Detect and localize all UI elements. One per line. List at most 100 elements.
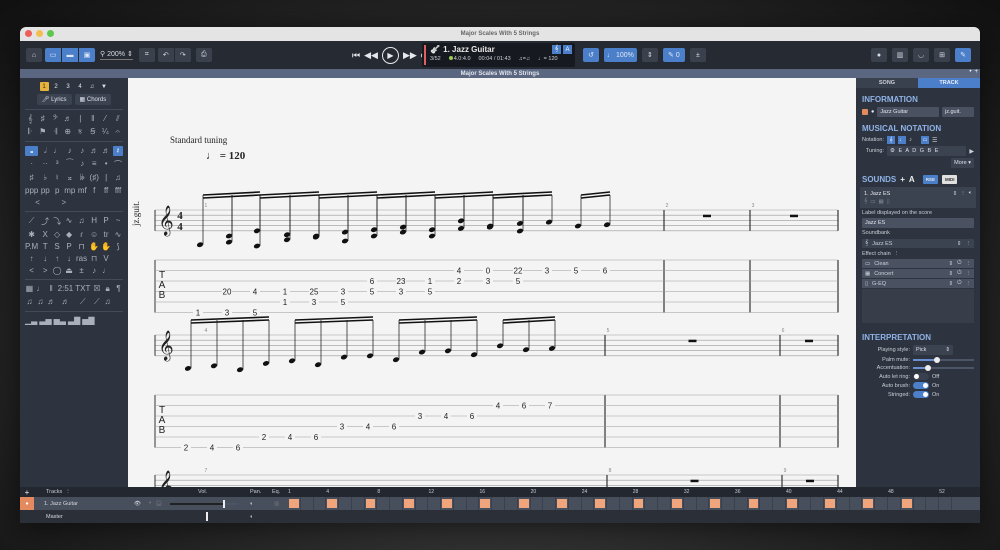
palm-mute-slider[interactable]: [913, 357, 974, 363]
playing-style-select[interactable]: Pick ⇕: [913, 345, 953, 355]
track-bar-cell[interactable]: [390, 497, 403, 510]
bold-icon[interactable]: ‖: [47, 284, 56, 294]
voice-2-button[interactable]: 2: [52, 82, 61, 91]
pull-icon[interactable]: P: [101, 216, 111, 227]
half-note-icon[interactable]: 𝅗𝅥: [40, 146, 50, 156]
midi-button[interactable]: MIDI: [941, 175, 958, 184]
track-bar-cell[interactable]: [888, 497, 901, 510]
more-options-icon[interactable]: ⋮: [966, 241, 972, 247]
flag-icon[interactable]: ⚑: [38, 127, 49, 137]
stepper-icon[interactable]: ⇕: [953, 191, 958, 197]
pick-stroke-icon[interactable]: ⊓: [76, 242, 87, 251]
wah-icon[interactable]: ☺: [89, 230, 99, 239]
natural-icon[interactable]: ♮: [52, 173, 62, 183]
left-arrow-icon[interactable]: <: [25, 266, 38, 275]
instrument-view-button[interactable]: ●: [871, 48, 887, 62]
loop-button[interactable]: ↺: [583, 48, 599, 62]
pitch-control[interactable]: ✎ 0: [662, 48, 685, 62]
redo-button[interactable]: ↷: [174, 48, 191, 62]
effect-item-concert[interactable]: ▦ Concert ⇕ ⏻ ⋮: [862, 269, 974, 278]
dyn-pp-icon[interactable]: pp: [40, 186, 50, 195]
tuplet-icon[interactable]: ³: [52, 159, 62, 170]
track-bar-cell[interactable]: [352, 497, 365, 510]
track-bar-cell[interactable]: [709, 497, 723, 510]
effect-drop-zone[interactable]: [862, 289, 974, 323]
fermata-icon[interactable]: 𝄐: [113, 127, 124, 137]
diamond-icon[interactable]: ◆: [64, 230, 74, 239]
dropdown-icon[interactable]: ▼: [100, 82, 109, 91]
screen-view-button[interactable]: ▣: [79, 48, 95, 62]
palm-mute-icon[interactable]: P.M: [25, 242, 38, 251]
track-bar-cell[interactable]: [862, 497, 876, 510]
beam-group-5-icon[interactable]: ⟋: [75, 297, 90, 307]
pitch-stepper[interactable]: ±: [689, 48, 706, 62]
diagram-icon[interactable]: ▦: [25, 284, 34, 294]
speed-control[interactable]: ♩ 100%: [604, 48, 637, 62]
whole-note-icon[interactable]: 𝅝: [25, 146, 39, 156]
let-ring-icon[interactable]: ~: [113, 216, 123, 227]
track-bar-cell[interactable]: [901, 497, 914, 510]
track-bar-cell[interactable]: [939, 497, 952, 510]
track-bar-cell[interactable]: [314, 497, 327, 510]
track-bar-cell[interactable]: [441, 497, 454, 510]
sharp-icon[interactable]: ♯: [25, 173, 38, 183]
tab-track[interactable]: TRACK: [918, 78, 980, 88]
harmonic-icon[interactable]: ◇: [52, 230, 62, 239]
page-view-button[interactable]: ▭: [45, 48, 61, 62]
track-bar-cell[interactable]: [594, 497, 608, 510]
track-bar-cell[interactable]: [288, 497, 301, 510]
dyn-ppp-icon[interactable]: ppp: [25, 186, 38, 195]
forward-button[interactable]: ▶▶: [403, 50, 417, 61]
spacer-icon[interactable]: [113, 254, 123, 263]
track-bar-cell[interactable]: [875, 497, 888, 510]
more-options-icon[interactable]: ⋮: [966, 261, 972, 267]
master-pan-knob[interactable]: ◐: [250, 514, 253, 520]
time-icon[interactable]: ¼: [100, 127, 111, 137]
track-bar-cell[interactable]: [467, 497, 480, 510]
more-options-icon[interactable]: ⋮: [966, 271, 972, 277]
dot-icon[interactable]: •: [969, 69, 971, 75]
dot-icon[interactable]: ·: [25, 159, 38, 170]
maximize-button[interactable]: [47, 30, 54, 37]
arpeggio-down-icon[interactable]: ↓: [64, 254, 74, 263]
eighth-pair-icon[interactable]: ♫: [76, 216, 87, 227]
track-row-master[interactable]: Master ◐: [20, 510, 980, 523]
track-row-jazz-guitar[interactable]: ● 1. Jazz Guitar 👁︎ 🔈︎ 🎧︎ ◐ ▥: [20, 497, 980, 510]
track-bar-cell[interactable]: [926, 497, 940, 510]
dyn-p-icon[interactable]: p: [52, 186, 62, 195]
score-view-icon[interactable]: 𝄞: [552, 45, 561, 54]
lock-icon[interactable]: 🔒︎: [103, 284, 112, 294]
automation-icon[interactable]: A: [909, 175, 915, 184]
track-bar-cell[interactable]: [697, 497, 710, 510]
beam-group-2-icon[interactable]: ♫: [36, 297, 45, 307]
quarter-note-icon[interactable]: ♩: [52, 146, 62, 156]
beam-group-7-icon[interactable]: ♫: [103, 297, 112, 307]
fade-in-icon[interactable]: ⏏: [64, 266, 74, 275]
track-bar-cell[interactable]: [505, 497, 518, 510]
courtesy-icon[interactable]: (♯): [89, 173, 99, 183]
multi-staff-toggle[interactable]: ☰: [932, 137, 937, 144]
stringed-toggle[interactable]: [913, 391, 929, 398]
speaker-icon[interactable]: 🔈︎: [969, 190, 972, 197]
dyn-mp-icon[interactable]: mp: [64, 186, 75, 195]
drum-view-button[interactable]: ◡: [913, 48, 929, 62]
soundbank-select[interactable]: 𝄞 Jazz ES ⇕ ⋮: [862, 239, 974, 248]
pick-down-icon[interactable]: ⊓: [89, 254, 99, 263]
up-stroke-icon[interactable]: ↑: [25, 254, 38, 263]
track-bar-cell[interactable]: [428, 497, 442, 510]
track-bar-cell[interactable]: [492, 497, 506, 510]
text-note-icon[interactable]: ♩: [36, 284, 45, 294]
track-bar-cell[interactable]: [326, 497, 340, 510]
track-bar-cell[interactable]: [620, 497, 633, 510]
track-bar-cell[interactable]: [556, 497, 569, 510]
single-staff-toggle[interactable]: ▭: [921, 136, 930, 144]
guitar-icon[interactable]: ●: [871, 109, 874, 115]
trill-icon[interactable]: tr: [101, 230, 111, 239]
track-color-swatch[interactable]: [862, 109, 868, 115]
track-bar-cell[interactable]: [671, 497, 684, 510]
hammer-icon[interactable]: H: [89, 216, 99, 227]
brush-icon[interactable]: ⟆: [113, 242, 123, 251]
wave-icon[interactable]: ∿: [113, 230, 123, 239]
tab-notation-toggle[interactable]: ♩: [898, 136, 907, 144]
voice-1-button[interactable]: 1: [39, 82, 49, 91]
